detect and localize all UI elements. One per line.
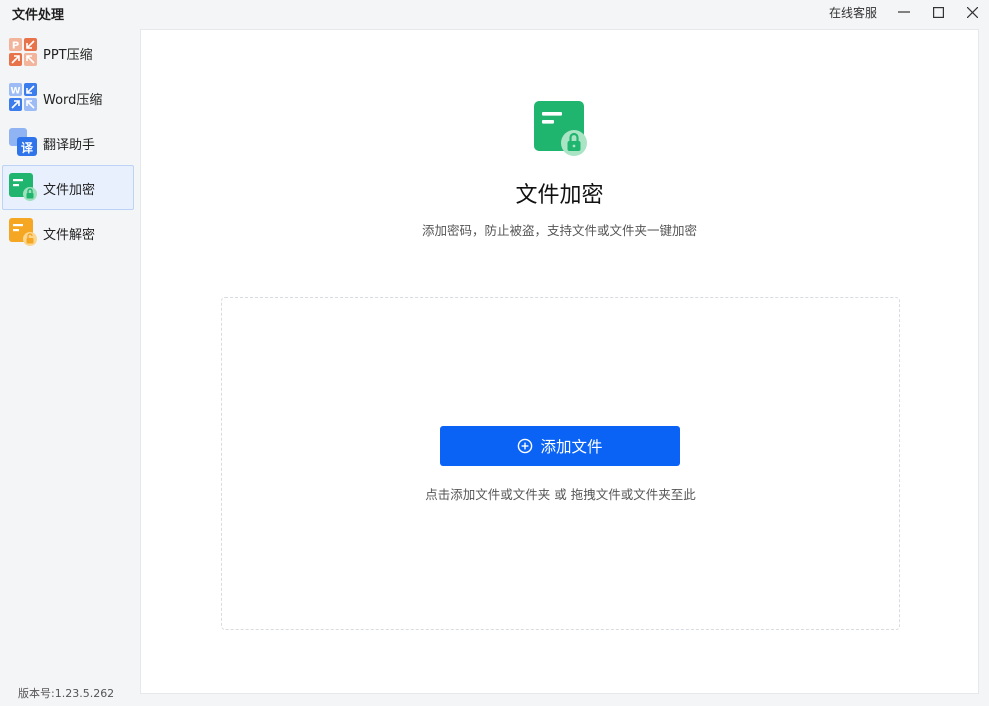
sidebar-item-label: Word压缩 [43,93,103,108]
translate-badge: 译 [21,141,34,155]
add-file-label: 添加文件 [540,438,603,456]
sidebar-item-label: 文件解密 [43,228,96,243]
title-bar: 文件处理 在线客服 [0,0,989,24]
sidebar-item-label: 翻译助手 [43,138,96,153]
sidebar: P PPT压缩 W Word压缩 译 翻译助手 文件加密 文件解密 [0,30,140,706]
svg-text:W: W [11,87,21,97]
close-icon [966,6,978,18]
sidebar-item-label: 文件加密 [43,183,96,198]
maximize-icon [932,6,944,18]
sidebar-item-file-encrypt[interactable]: 文件加密 [2,165,134,210]
drop-hint: 点击添加文件或文件夹 或 拖拽文件或文件夹至此 [425,487,696,502]
file-drop-zone[interactable]: 添加文件 点击添加文件或文件夹 或 拖拽文件或文件夹至此 [221,297,900,630]
add-circle-icon [518,438,533,454]
translate-icon: 译 [9,128,37,156]
word-compress-icon: W [9,83,37,111]
sidebar-item-ppt-compress[interactable]: P PPT压缩 [2,30,134,75]
maximize-button[interactable] [921,0,955,24]
sidebar-item-word-compress[interactable]: W Word压缩 [2,75,134,120]
ppt-compress-icon: P [9,38,37,66]
app-title: 文件处理 [12,8,65,23]
minimize-button[interactable] [887,0,921,24]
minimize-icon [898,11,910,13]
file-lock-icon [534,101,587,156]
online-service-link[interactable]: 在线客服 [829,4,877,21]
svg-text:P: P [12,41,19,52]
main-panel: 文件加密 添加密码，防止被盗，支持文件或文件夹一键加密 添加文件 点击添加文件或… [140,29,979,694]
version-label: 版本号:1.23.5.262 [18,687,115,700]
sidebar-item-translate[interactable]: 译 翻译助手 [2,120,134,165]
close-button[interactable] [955,0,989,24]
sidebar-item-label: PPT压缩 [43,48,93,63]
add-file-button[interactable]: 添加文件 [440,426,680,466]
page-subtitle: 添加密码，防止被盗，支持文件或文件夹一键加密 [421,223,697,238]
file-encrypt-icon [9,173,37,201]
file-decrypt-icon [9,218,37,246]
page-title: 文件加密 [515,183,604,208]
window-controls: 在线客服 [829,0,989,24]
sidebar-item-file-decrypt[interactable]: 文件解密 [2,210,134,255]
